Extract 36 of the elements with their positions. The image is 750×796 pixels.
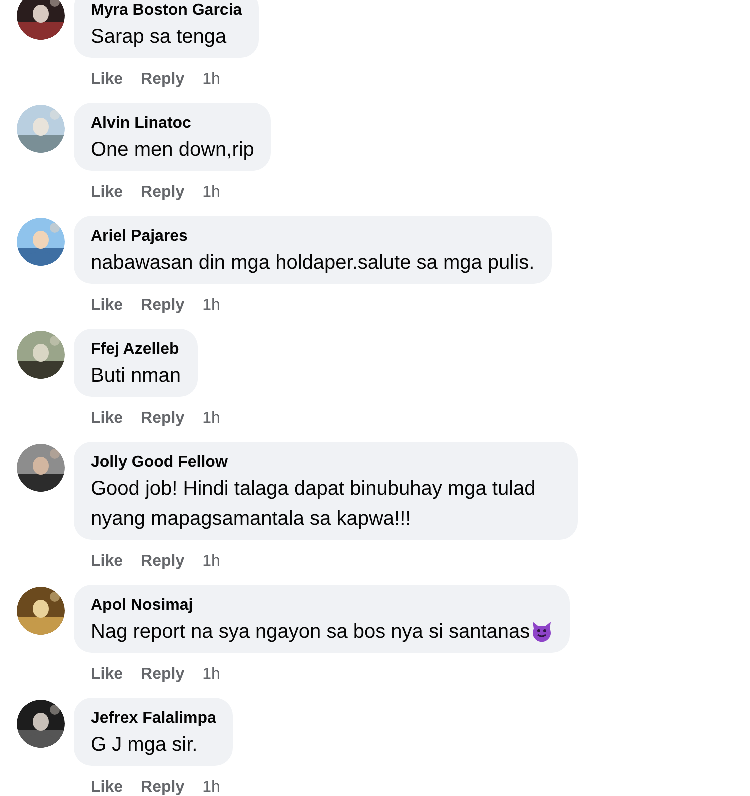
comment-time: 1h	[202, 552, 220, 572]
action-link[interactable]: Reply	[141, 69, 185, 91]
comment-time: 1h	[202, 183, 220, 203]
author-name[interactable]: Myra Boston Garcia	[91, 0, 242, 22]
action-link[interactable]: Reply	[141, 551, 185, 573]
comment-time: 1h	[202, 665, 220, 685]
action-link[interactable]: Reply	[141, 408, 185, 430]
author-name[interactable]: Jefrex Falalimpa	[91, 708, 216, 730]
action-link[interactable]: Like	[91, 777, 124, 796]
action-link[interactable]: Like	[91, 295, 124, 317]
comment-text: Buti nman	[91, 364, 182, 389]
author-name[interactable]: Ffej Azelleb	[91, 339, 182, 361]
action-link[interactable]: Like	[91, 182, 124, 204]
comment-text: Nag report na sya ngayon sa bos nya si santanas	[91, 617, 554, 647]
comment-time: 1h	[202, 296, 220, 316]
comment-time: 1h	[202, 778, 220, 796]
action-link[interactable]: Reply	[141, 664, 185, 686]
action-link[interactable]: Reply	[141, 295, 185, 317]
action-link[interactable]: Reply	[141, 777, 185, 796]
comment-time: 1h	[202, 409, 220, 429]
devil-emoji-icon	[531, 620, 554, 642]
author-name[interactable]: Alvin Linatoc	[91, 113, 254, 135]
action-link[interactable]: Like	[91, 551, 124, 573]
comment-time: 1h	[202, 70, 220, 90]
comment-text: Good job! Hindi talaga dapat binubuhay mga tulad nyang mapagsamantala sa kapwa!!!	[91, 477, 537, 532]
comment-text: G J mga sir.	[91, 733, 199, 758]
comment-text: nabawasan din mga holdaper.salute sa mga pulis.	[91, 251, 535, 276]
action-link[interactable]: Like	[91, 664, 124, 686]
author-name[interactable]: Jolly Good Fellow	[91, 452, 561, 474]
author-name[interactable]: Ariel Pajares	[91, 226, 535, 248]
action-link[interactable]: Like	[91, 408, 124, 430]
comment-text: Sarap sa tenga	[91, 25, 228, 50]
action-link[interactable]: Like	[91, 69, 124, 91]
author-name[interactable]: Apol Nosimaj	[91, 595, 554, 617]
action-link[interactable]: Reply	[141, 182, 185, 204]
comment-text: One men down,rip	[91, 138, 254, 163]
